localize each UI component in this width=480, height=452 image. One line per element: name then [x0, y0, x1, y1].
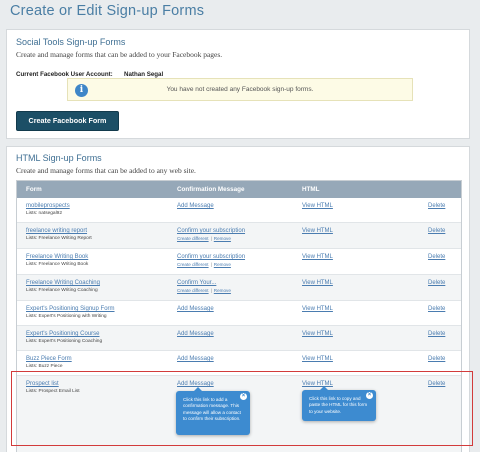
view-html-link[interactable]: View HTML [302, 306, 333, 312]
delete-link[interactable]: Delete [428, 331, 445, 337]
confirmation-message-link[interactable]: Add Message [177, 203, 214, 209]
create-different-link[interactable]: Create different [177, 262, 209, 267]
confirmation-actions: Create different | Remove [177, 288, 231, 293]
delete-link[interactable]: Delete [428, 280, 445, 286]
confirmation-message-link[interactable]: Add Message [177, 356, 214, 362]
form-name-link[interactable]: Freelance Writing Book [26, 254, 88, 260]
no-facebook-forms-notice: i You have not created any Facebook sign… [67, 78, 413, 101]
table-row: Freelance Writing Coaching Lists: Freela… [17, 275, 461, 301]
confirmation-message-link[interactable]: Add Message [177, 306, 214, 312]
delete-link[interactable]: Delete [428, 254, 445, 260]
html-tooltip-text: Click this link to copy and paste the HT… [309, 396, 368, 414]
delete-link[interactable]: Delete [428, 306, 445, 312]
confirmation-message-link[interactable]: Confirm your subscription [177, 228, 245, 234]
close-icon[interactable]: × [240, 393, 247, 400]
confirmation-message-link[interactable]: Add Message [177, 331, 214, 337]
view-html-link[interactable]: View HTML [302, 280, 333, 286]
column-header-confirmation[interactable]: Confirmation Message [177, 186, 245, 193]
form-lists: Lists: Expert's Positioning Coaching [26, 339, 103, 344]
form-name-link[interactable]: Buzz Piece Form [26, 356, 72, 362]
view-html-link[interactable]: View HTML [302, 254, 333, 260]
remove-link[interactable]: Remove [214, 262, 231, 267]
table-row: Freelance Writing Book Lists: Freelance … [17, 249, 461, 275]
confirmation-actions: Create different | Remove [177, 262, 231, 267]
table-header: Form Confirmation Message HTML [17, 181, 461, 198]
remove-link[interactable]: Remove [214, 236, 231, 241]
create-facebook-form-button[interactable]: Create Facebook Form [16, 111, 119, 131]
close-icon[interactable]: × [366, 392, 373, 399]
view-html-link[interactable]: View HTML [302, 356, 333, 362]
delete-link[interactable]: Delete [428, 356, 445, 362]
form-name-link[interactable]: mobileprospects [26, 203, 70, 209]
table-row: Expert's Positioning Course Lists: Exper… [17, 326, 461, 351]
delete-link[interactable]: Delete [428, 228, 445, 234]
account-label: Current Facebook User Account: [16, 71, 113, 78]
form-lists: Lists: Freelance Writing Book [26, 262, 89, 267]
confirmation-message-link[interactable]: Confirm Your... [177, 280, 216, 286]
create-different-link[interactable]: Create different [177, 236, 209, 241]
form-name-link[interactable]: Expert's Positioning Signup Form [26, 306, 115, 312]
form-lists: Lists: natsegal92 [26, 211, 63, 216]
confirmation-tooltip: × Click this link to add a confirmation … [176, 387, 250, 435]
view-html-link[interactable]: View HTML [302, 228, 333, 234]
column-header-html[interactable]: HTML [302, 186, 320, 193]
form-name-link[interactable]: freelance writing report [26, 228, 87, 234]
view-html-link[interactable]: View HTML [302, 331, 333, 337]
table-row: freelance writing report Lists: Freelanc… [17, 223, 461, 249]
table-row: mobileprospects Lists: natsegal92 Add Me… [17, 198, 461, 223]
confirmation-tooltip-text: Click this link to add a confirmation me… [183, 397, 241, 422]
create-different-link[interactable]: Create different [177, 288, 209, 293]
form-name-link[interactable]: Freelance Writing Coaching [26, 280, 100, 286]
html-tooltip: × Click this link to copy and paste the … [302, 386, 376, 421]
social-section-title: Social Tools Sign-up Forms [16, 37, 126, 47]
html-section-description: Create and manage forms that can be adde… [16, 166, 196, 175]
social-section-description: Create and manage forms that can be adde… [16, 50, 223, 59]
html-section-title: HTML Sign-up Forms [16, 153, 102, 163]
confirmation-actions: Create different | Remove [177, 236, 231, 241]
delete-link[interactable]: Delete [428, 203, 445, 209]
remove-link[interactable]: Remove [214, 288, 231, 293]
form-name-link[interactable]: Expert's Positioning Course [26, 331, 100, 337]
form-lists: Lists: Freelance Writing Report [26, 236, 92, 241]
table-row: Expert's Positioning Signup Form Lists: … [17, 301, 461, 326]
form-lists: Lists: Freelance Writing Coaching [26, 288, 98, 293]
page-title: Create or Edit Sign-up Forms [10, 3, 205, 19]
form-lists: Lists: Buzz Piece [26, 364, 63, 369]
social-forms-panel: Social Tools Sign-up Forms Create and ma… [6, 29, 470, 139]
notice-text: You have not created any Facebook sign-u… [166, 86, 314, 93]
form-lists: Lists: Expert's Positioning with Writing [26, 314, 107, 319]
column-header-form[interactable]: Form [26, 186, 42, 193]
confirmation-message-link[interactable]: Confirm your subscription [177, 254, 245, 260]
account-name: Nathan Segal [124, 71, 164, 78]
view-html-link[interactable]: View HTML [302, 203, 333, 209]
